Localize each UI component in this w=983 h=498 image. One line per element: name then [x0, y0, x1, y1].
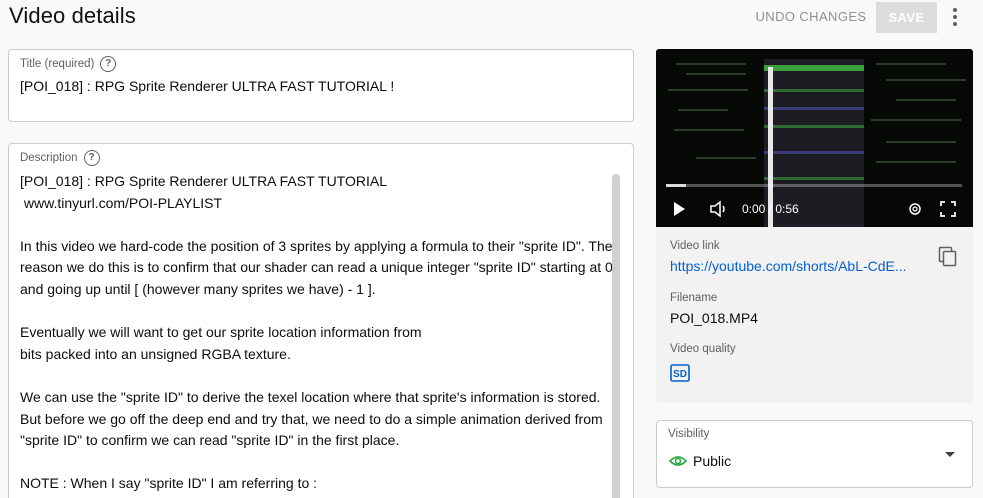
sd-quality-icon: SD: [670, 364, 690, 382]
settings-icon[interactable]: [906, 200, 924, 218]
undo-changes-button[interactable]: UNDO CHANGES: [754, 3, 868, 31]
video-progress-fill: [666, 184, 686, 187]
save-button[interactable]: SAVE: [876, 2, 937, 33]
description-line: "sprite ID" to confirm we can read "spri…: [20, 432, 400, 449]
visibility-select[interactable]: Visibility Public: [656, 420, 973, 488]
filename-label: Filename: [670, 292, 718, 304]
video-link[interactable]: https://youtube.com/shorts/AbL-CdE...: [670, 258, 920, 274]
description-line: NOTE : When I say "sprite ID" I am refer…: [20, 475, 318, 492]
visibility-value: Public: [693, 453, 732, 469]
video-quality-label: Video quality: [670, 343, 736, 355]
description-line: In this video we hard-code the position …: [20, 237, 613, 254]
copy-icon[interactable]: [938, 246, 958, 268]
description-line: [20, 301, 615, 323]
video-player[interactable]: 0:00 / 0:56: [656, 49, 973, 227]
video-progress-track[interactable]: [666, 184, 962, 187]
description-label: Description: [20, 152, 78, 164]
description-line: and going up until [ (however many sprit…: [20, 280, 376, 297]
svg-text:SD: SD: [673, 369, 687, 380]
title-label: Title (required): [20, 58, 95, 70]
fullscreen-icon[interactable]: [939, 200, 957, 218]
description-line: But before we go off the deep end and tr…: [20, 410, 603, 427]
description-line: [20, 452, 615, 474]
help-icon[interactable]: ?: [100, 56, 117, 72]
description-line: [POI_018] : RPG Sprite Renderer ULTRA FA…: [20, 173, 387, 189]
video-time: 0:00 / 0:56: [742, 202, 799, 216]
description-line: reason we do this is to confirm that our…: [20, 259, 613, 276]
description-field[interactable]: Description ? [POI_018] : RPG Sprite Ren…: [8, 143, 634, 498]
description-scrollbar[interactable]: [612, 174, 620, 498]
title-input[interactable]: [POI_018] : RPG Sprite Renderer ULTRA FA…: [20, 78, 394, 94]
description-line: Eventually we will want to get our sprit…: [20, 324, 422, 341]
description-line: [20, 365, 615, 387]
dropdown-arrow-icon[interactable]: [945, 452, 955, 457]
page-title: Video details: [9, 3, 136, 28]
video-details-page: Video details UNDO CHANGES SAVE Title (r…: [0, 0, 983, 498]
description-textarea[interactable]: [POI_018] : RPG Sprite Renderer ULTRA FA…: [20, 171, 615, 495]
eye-icon: [669, 456, 687, 466]
description-line: We can use the "sprite ID" to derive the…: [20, 388, 601, 405]
video-link-label: Video link: [670, 240, 720, 252]
filename-value: POI_018.MP4: [670, 310, 758, 326]
visibility-label: Visibility: [668, 428, 710, 440]
play-icon[interactable]: [674, 202, 685, 216]
video-side-panel: 0:00 / 0:56 Video link https://youtube.c…: [656, 49, 973, 403]
volume-icon[interactable]: [709, 200, 729, 218]
description-line: [20, 214, 615, 236]
help-icon[interactable]: ?: [83, 150, 100, 166]
title-field[interactable]: Title (required) ? [POI_018] : RPG Sprit…: [8, 49, 634, 122]
more-options-icon[interactable]: [944, 5, 966, 29]
description-line: bits packed into an unsigned RGBA textur…: [20, 345, 291, 362]
description-line: www.tinyurl.com/POI-PLAYLIST: [20, 194, 223, 211]
